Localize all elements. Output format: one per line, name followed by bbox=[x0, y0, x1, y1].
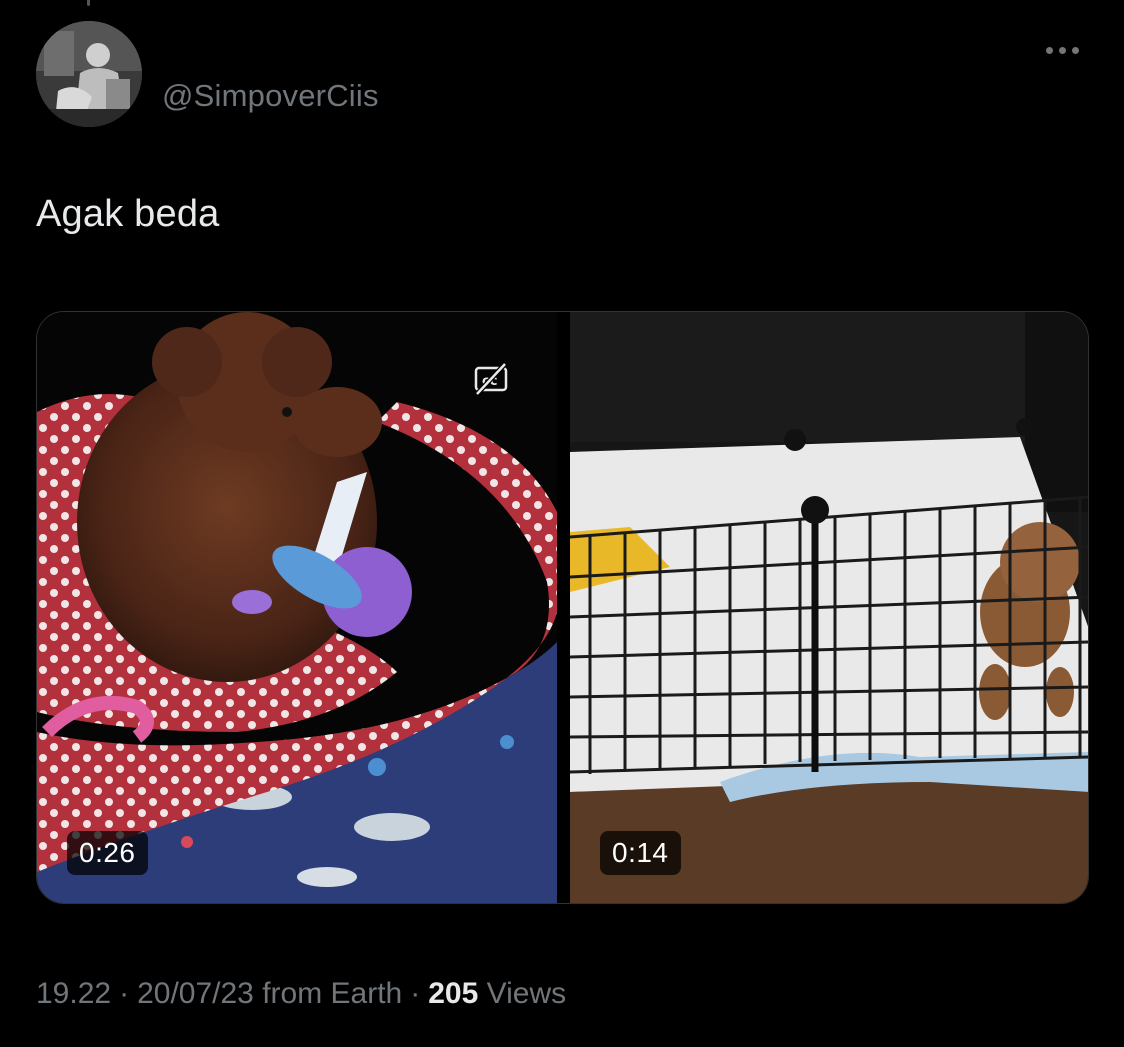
meta-separator: · bbox=[119, 977, 130, 1010]
video-duration-badge: 0:26 bbox=[67, 831, 148, 875]
views-count[interactable]: 205 bbox=[428, 977, 478, 1010]
tweet-date[interactable]: 20/07/23 bbox=[137, 977, 254, 1010]
user-handle[interactable]: @SimpoverCiis bbox=[162, 78, 379, 114]
more-options-button[interactable] bbox=[1036, 36, 1088, 64]
tweet-meta: 19.22 · 20/07/23 from Earth · 205 Views bbox=[36, 977, 566, 1011]
tweet-text: Agak beda bbox=[36, 193, 220, 235]
meta-separator: · bbox=[410, 977, 421, 1010]
avatar-image bbox=[36, 21, 142, 127]
tweet-time[interactable]: 19.22 bbox=[36, 977, 111, 1010]
avatar[interactable] bbox=[36, 21, 142, 127]
video-1-frame bbox=[37, 312, 557, 903]
video-thumbnail-2[interactable]: 0:14 bbox=[570, 312, 1088, 903]
more-dot bbox=[1058, 46, 1066, 54]
more-dot bbox=[1071, 46, 1079, 54]
top-edge-divider bbox=[87, 0, 90, 6]
more-horizontal-icon bbox=[1045, 46, 1053, 54]
closed-captions-off-icon[interactable]: cc bbox=[473, 362, 509, 396]
media-grid: cc 0:26 bbox=[36, 311, 1089, 904]
video-duration-badge: 0:14 bbox=[600, 831, 681, 875]
video-thumbnail-1[interactable]: cc 0:26 bbox=[37, 312, 557, 903]
tweet-location: from Earth bbox=[262, 977, 403, 1010]
views-label[interactable]: Views bbox=[487, 977, 566, 1010]
video-2-frame bbox=[570, 312, 1088, 903]
